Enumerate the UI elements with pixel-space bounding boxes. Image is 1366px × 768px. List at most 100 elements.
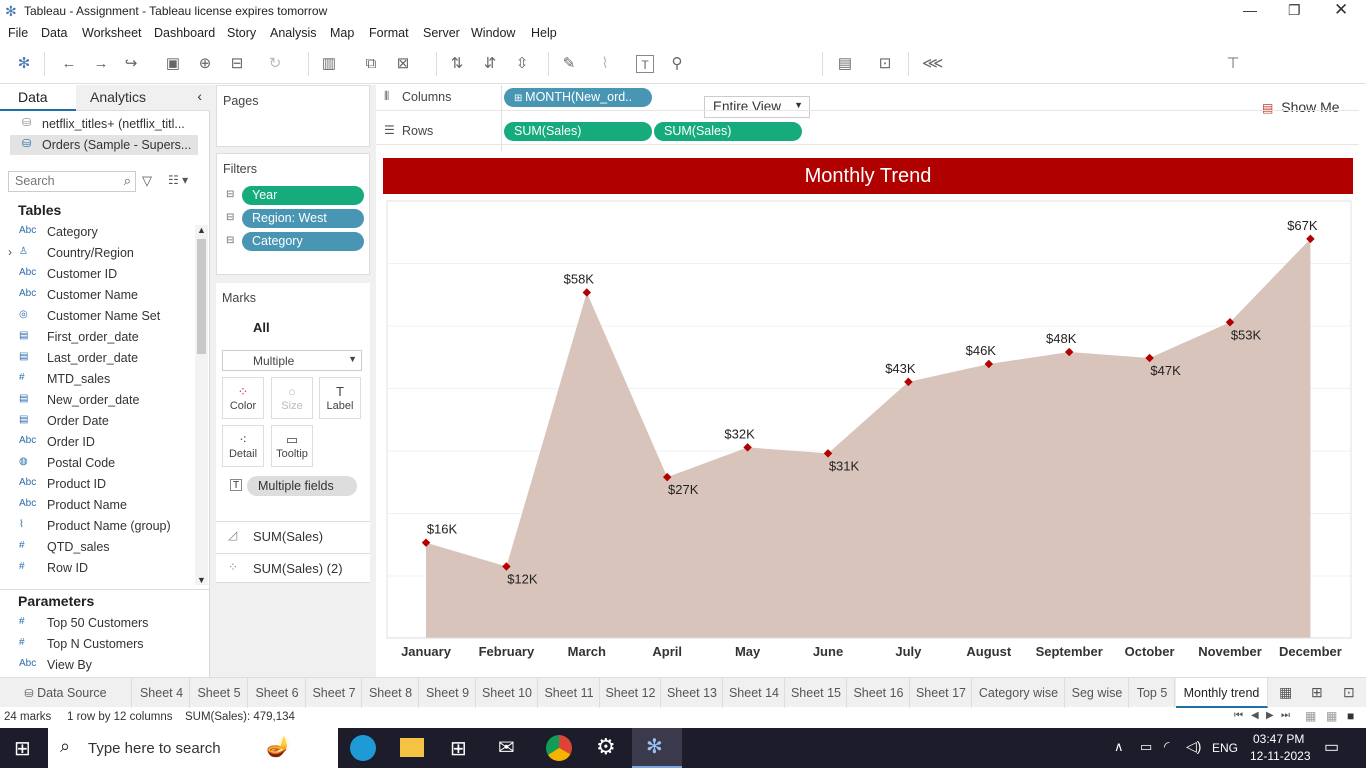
menu-worksheet[interactable]: Worksheet: [82, 26, 142, 40]
refresh-icon[interactable]: ↻: [266, 55, 284, 73]
filter-pill-region[interactable]: Region: West: [242, 209, 364, 228]
clock-date[interactable]: 12-11-2023: [1250, 749, 1311, 763]
new-worksheet-tab-icon[interactable]: ▦: [1279, 684, 1292, 701]
show-cards-icon[interactable]: ▤: [836, 55, 854, 73]
filter-fields-icon[interactable]: ▽: [142, 173, 152, 189]
tab-sheet-12[interactable]: Sheet 12: [601, 678, 661, 708]
restore-button[interactable]: ❐: [1288, 2, 1301, 19]
mail-icon[interactable]: ✉: [498, 735, 515, 760]
tray-chevron-icon[interactable]: ∧: [1114, 739, 1124, 755]
new-worksheet-icon[interactable]: ▥: [320, 55, 338, 73]
tab-monthly-trend[interactable]: Monthly trend: [1176, 678, 1268, 708]
tab-analytics[interactable]: Analytics ‹: [76, 85, 210, 111]
menu-analysis[interactable]: Analysis: [270, 26, 317, 40]
close-button[interactable]: ✕: [1334, 0, 1348, 20]
detail-button[interactable]: ⁖ Detail: [222, 425, 264, 467]
minimize-button[interactable]: —: [1243, 2, 1257, 18]
menu-map[interactable]: Map: [330, 26, 354, 40]
new-datasource-icon[interactable]: ⊕: [196, 55, 214, 73]
clock-time[interactable]: 03:47 PM: [1253, 732, 1304, 746]
format-painter-icon[interactable]: ⊤: [1224, 55, 1242, 73]
field-item[interactable]: ◍ Postal Code: [0, 453, 195, 474]
presentation-icon[interactable]: ⊡: [876, 55, 894, 73]
undo-icon[interactable]: ←: [60, 55, 78, 73]
parameter-item[interactable]: # Top 50 Customers: [0, 613, 195, 634]
tab-sheet-8[interactable]: Sheet 8: [363, 678, 419, 708]
tableau-home-icon[interactable]: ✻: [15, 55, 33, 73]
scroll-down-icon[interactable]: ▼: [197, 575, 206, 585]
sorter-view-icon[interactable]: ▦: [1326, 709, 1337, 723]
field-item[interactable]: Abc Customer ID: [0, 264, 195, 285]
rows-pill-2[interactable]: SUM(Sales): [654, 122, 802, 141]
scroll-thumb[interactable]: [197, 239, 206, 354]
parameter-item[interactable]: # Top N Customers: [0, 634, 195, 655]
field-item[interactable]: Abc Category: [0, 222, 195, 243]
windows-start-icon[interactable]: ⊞: [14, 736, 31, 761]
columns-pill[interactable]: ⊞ MONTH(New_ord..: [504, 88, 652, 107]
settings-icon[interactable]: ⚙: [596, 734, 616, 760]
tooltip-button[interactable]: ▭ Tooltip: [271, 425, 313, 467]
edge-icon[interactable]: [350, 735, 376, 761]
menu-story[interactable]: Story: [227, 26, 256, 40]
filters-card[interactable]: Filters ⊟ Year ⊟ Region: West ⊟ Category: [216, 153, 370, 275]
tab-sheet-16[interactable]: Sheet 16: [848, 678, 910, 708]
filter-pill-year[interactable]: Year: [242, 186, 364, 205]
wifi-icon[interactable]: ◜: [1164, 738, 1169, 755]
save-icon[interactable]: ▣: [164, 55, 182, 73]
clear-sheet-icon[interactable]: ⊠: [394, 55, 412, 73]
tab-sheet-6[interactable]: Sheet 6: [249, 678, 306, 708]
replay-icon[interactable]: ↪: [122, 55, 140, 73]
search-box[interactable]: ⌕: [8, 171, 136, 192]
menu-server[interactable]: Server: [423, 26, 460, 40]
tab-sheet-5[interactable]: Sheet 5: [191, 678, 248, 708]
sort-ascending-icon[interactable]: ⇵: [481, 55, 499, 73]
label-button[interactable]: T Label: [319, 377, 361, 419]
search-input[interactable]: [15, 174, 115, 188]
scroll-up-icon[interactable]: ▲: [197, 225, 206, 235]
collapse-pane-icon[interactable]: ‹: [197, 88, 202, 104]
field-item[interactable]: Abc Customer Name: [0, 285, 195, 306]
parameter-item[interactable]: Abc View By: [0, 655, 195, 676]
tab-data-source[interactable]: ⛁ Data Source: [0, 678, 132, 708]
field-item[interactable]: ◎ Customer Name Set: [0, 306, 195, 327]
language-indicator[interactable]: ENG: [1212, 741, 1238, 755]
fields-scrollbar[interactable]: ▲ ▼: [195, 225, 208, 585]
tab-sheet-13[interactable]: Sheet 13: [662, 678, 723, 708]
battery-icon[interactable]: ▭: [1140, 739, 1152, 755]
datasource-item-active[interactable]: ⛁ Orders (Sample - Supers...: [10, 135, 198, 155]
highlight-icon[interactable]: ✎: [560, 55, 578, 73]
tab-sheet-10[interactable]: Sheet 10: [477, 678, 538, 708]
filmstrip-view-icon[interactable]: ▦: [1305, 709, 1316, 723]
mark-layer-1[interactable]: ◿ SUM(Sales): [216, 521, 370, 551]
field-item[interactable]: ▤ New_order_date: [0, 390, 195, 411]
tab-sheet-9[interactable]: Sheet 9: [420, 678, 476, 708]
menu-window[interactable]: Window: [471, 26, 515, 40]
field-item[interactable]: ▤ Order Date: [0, 411, 195, 432]
taskbar-search[interactable]: ⌕ Type here to search 🪔: [48, 728, 338, 768]
tab-sheet-11[interactable]: Sheet 11: [539, 678, 600, 708]
swap-icon[interactable]: ⇅: [448, 55, 466, 73]
new-dashboard-tab-icon[interactable]: ⊞: [1311, 684, 1323, 701]
tableau-taskbar-button[interactable]: ✻: [632, 728, 682, 768]
file-explorer-icon[interactable]: [400, 738, 424, 757]
chrome-icon[interactable]: [546, 735, 572, 761]
show-labels-icon[interactable]: T: [636, 55, 654, 73]
field-item[interactable]: # MTD_sales: [0, 369, 195, 390]
store-icon[interactable]: ⊞: [450, 736, 467, 761]
field-item[interactable]: Abc Product Name: [0, 495, 195, 516]
color-button[interactable]: ⁘ Color: [222, 377, 264, 419]
pause-updates-icon[interactable]: ⊟: [228, 55, 246, 73]
tab-sheet-17[interactable]: Sheet 17: [911, 678, 972, 708]
tab-sheet-7[interactable]: Sheet 7: [307, 678, 362, 708]
multiple-fields-pill[interactable]: Multiple fields: [247, 476, 357, 496]
volume-icon[interactable]: ◁): [1186, 738, 1201, 755]
tab-category-wise[interactable]: Category wise: [973, 678, 1065, 708]
field-item[interactable]: # QTD_sales: [0, 537, 195, 558]
nav-prev-icon[interactable]: ◀: [1251, 710, 1259, 721]
nav-last-icon[interactable]: ⏭: [1281, 710, 1290, 721]
mark-layer-2[interactable]: ⁘ SUM(Sales) (2): [216, 553, 370, 583]
fix-axes-icon[interactable]: ⚲: [668, 55, 686, 73]
field-item[interactable]: › ♙ Country/Region: [0, 243, 195, 264]
rows-pill-1[interactable]: SUM(Sales): [504, 122, 652, 141]
columns-shelf[interactable]: ⦀ Columns ⊞ MONTH(New_ord..: [376, 85, 1359, 111]
